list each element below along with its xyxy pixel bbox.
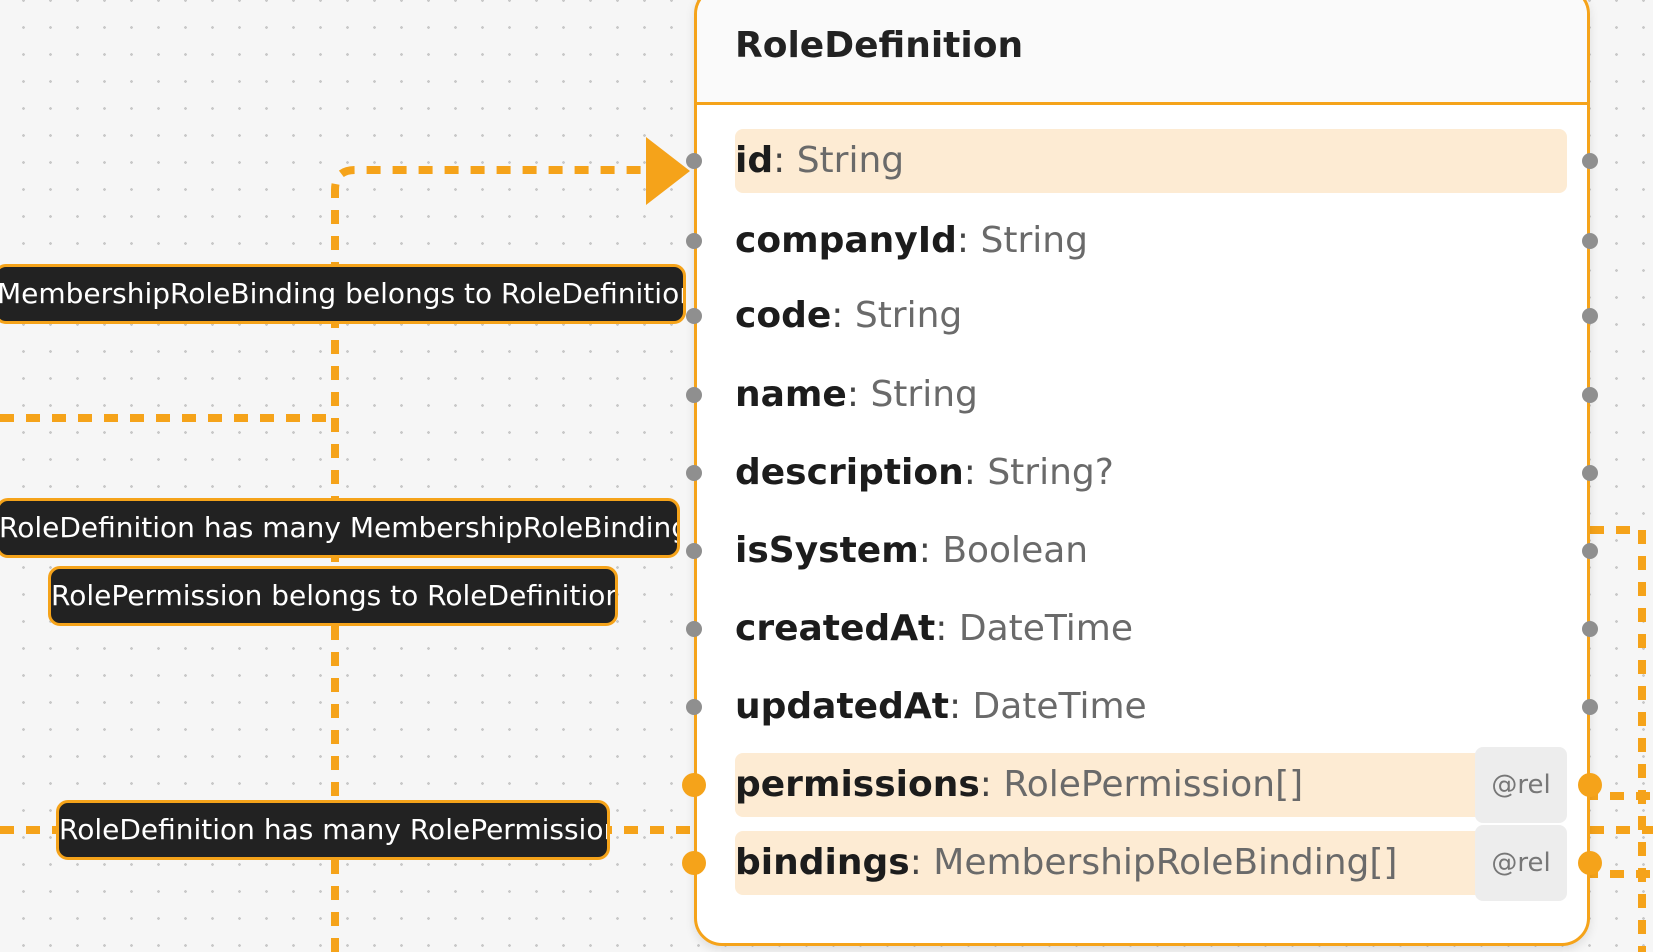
field-name: description [735,452,964,493]
field-name: id [735,140,774,181]
field-type: String [980,220,1088,261]
connection-handle-left-code[interactable] [686,308,702,324]
arrowhead-marker [646,137,690,205]
field-name: updatedAt [735,686,949,727]
node-header[interactable]: RoleDefinition [697,0,1587,105]
connection-handle-left-isSystem[interactable] [686,543,702,559]
connection-handle-right-updatedAt[interactable] [1582,699,1598,715]
field-type: DateTime [972,686,1147,727]
connection-handle-left-createdAt[interactable] [686,621,702,637]
field-name: createdAt [735,608,936,649]
rel-badge: @rel [1475,825,1567,901]
field-row-code[interactable]: code: String [735,284,1567,348]
field-separator: : [935,608,959,649]
field-separator: : [963,452,988,493]
edge-label-roledefinition-has-many-rolepermission[interactable]: RoleDefinition has many RolePermission [56,800,610,860]
field-row-id[interactable]: id: String [735,129,1567,193]
connection-handle-right-name[interactable] [1582,387,1598,403]
field-separator: : [918,530,943,571]
connection-handle-right-permissions[interactable] [1578,773,1602,797]
field-row-bindings[interactable]: bindings: MembershipRoleBinding[] @rel [735,825,1567,901]
connection-handle-right-companyId[interactable] [1582,233,1598,249]
field-name: code [735,295,832,336]
field-separator: : [831,295,855,336]
rel-badge: @rel [1475,747,1567,823]
connection-handle-left-bindings[interactable] [682,851,706,875]
field-separator: : [979,764,1004,805]
connection-handle-right-code[interactable] [1582,308,1598,324]
field-separator: : [909,842,934,883]
connection-handle-left-permissions[interactable] [682,773,706,797]
field-row-createdAt[interactable]: createdAt: DateTime [735,597,1567,661]
node-title: RoleDefinition [735,25,1024,66]
connection-handle-right-description[interactable] [1582,465,1598,481]
field-separator: : [948,686,973,727]
field-type: String [854,295,963,336]
edge-label-membershiprolebinding-belongs[interactable]: MembershipRoleBinding belongs to RoleDef… [0,264,686,324]
field-row-updatedAt[interactable]: updatedAt: DateTime [735,675,1567,739]
edge-right-vertical [1590,526,1646,952]
field-row-companyId[interactable]: companyId: String [735,209,1567,273]
edge-label-roledefinition-has-many-membershiprolebinding[interactable]: RoleDefinition has many MembershipRoleBi… [0,498,680,558]
field-type: DateTime [958,608,1134,649]
field-type: Boolean [942,530,1089,571]
field-name: permissions [735,764,980,805]
field-separator: : [846,374,871,415]
field-type: RolePermission[] [1003,764,1304,805]
connection-handle-left-name[interactable] [686,387,702,403]
field-type: String? [987,452,1114,493]
field-separator: : [956,220,981,261]
field-row-name[interactable]: name: String [735,363,1567,427]
field-name: isSystem [735,530,919,571]
field-row-isSystem[interactable]: isSystem: Boolean [735,519,1567,583]
field-type: MembershipRoleBinding[] [933,842,1398,883]
field-name: companyId [735,220,957,261]
field-row-description[interactable]: description: String? [735,441,1567,505]
connection-handle-left-companyId[interactable] [686,233,702,249]
roledefinition-node[interactable]: RoleDefinition id: String companyId: Stri… [682,0,1602,946]
field-name: name [735,374,847,415]
connection-handle-right-id[interactable] [1582,153,1598,169]
connection-handle-right-bindings[interactable] [1578,851,1602,875]
field-name: bindings [735,842,910,883]
connection-handle-left-description[interactable] [686,465,702,481]
connection-handle-left-id[interactable] [686,153,702,169]
edge-label-rolepermission-belongs[interactable]: RolePermission belongs to RoleDefinition [48,566,618,626]
connection-handle-left-updatedAt[interactable] [686,699,702,715]
field-type: String [870,374,978,415]
field-separator: : [773,140,797,181]
connection-handle-right-isSystem[interactable] [1582,543,1598,559]
connection-handle-right-createdAt[interactable] [1582,621,1598,637]
field-row-permissions[interactable]: permissions: RolePermission[] @rel [735,747,1567,823]
field-type: String [796,140,905,181]
